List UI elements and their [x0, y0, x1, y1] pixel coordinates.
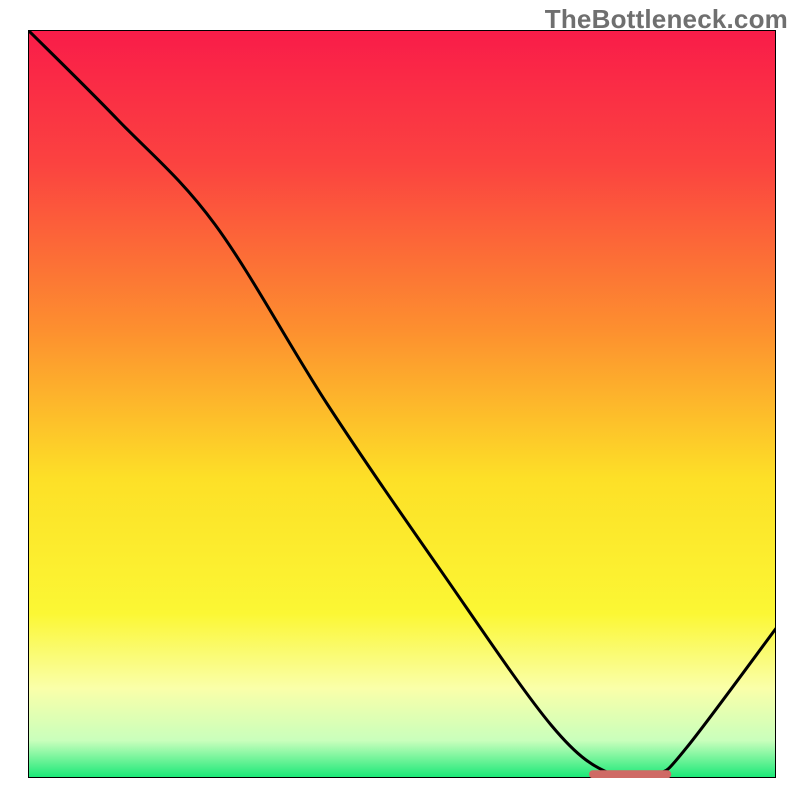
min-marker: [589, 770, 671, 778]
chart-plot: [28, 30, 776, 778]
chart-svg: [28, 30, 776, 778]
chart-stage: TheBottleneck.com: [0, 0, 800, 800]
